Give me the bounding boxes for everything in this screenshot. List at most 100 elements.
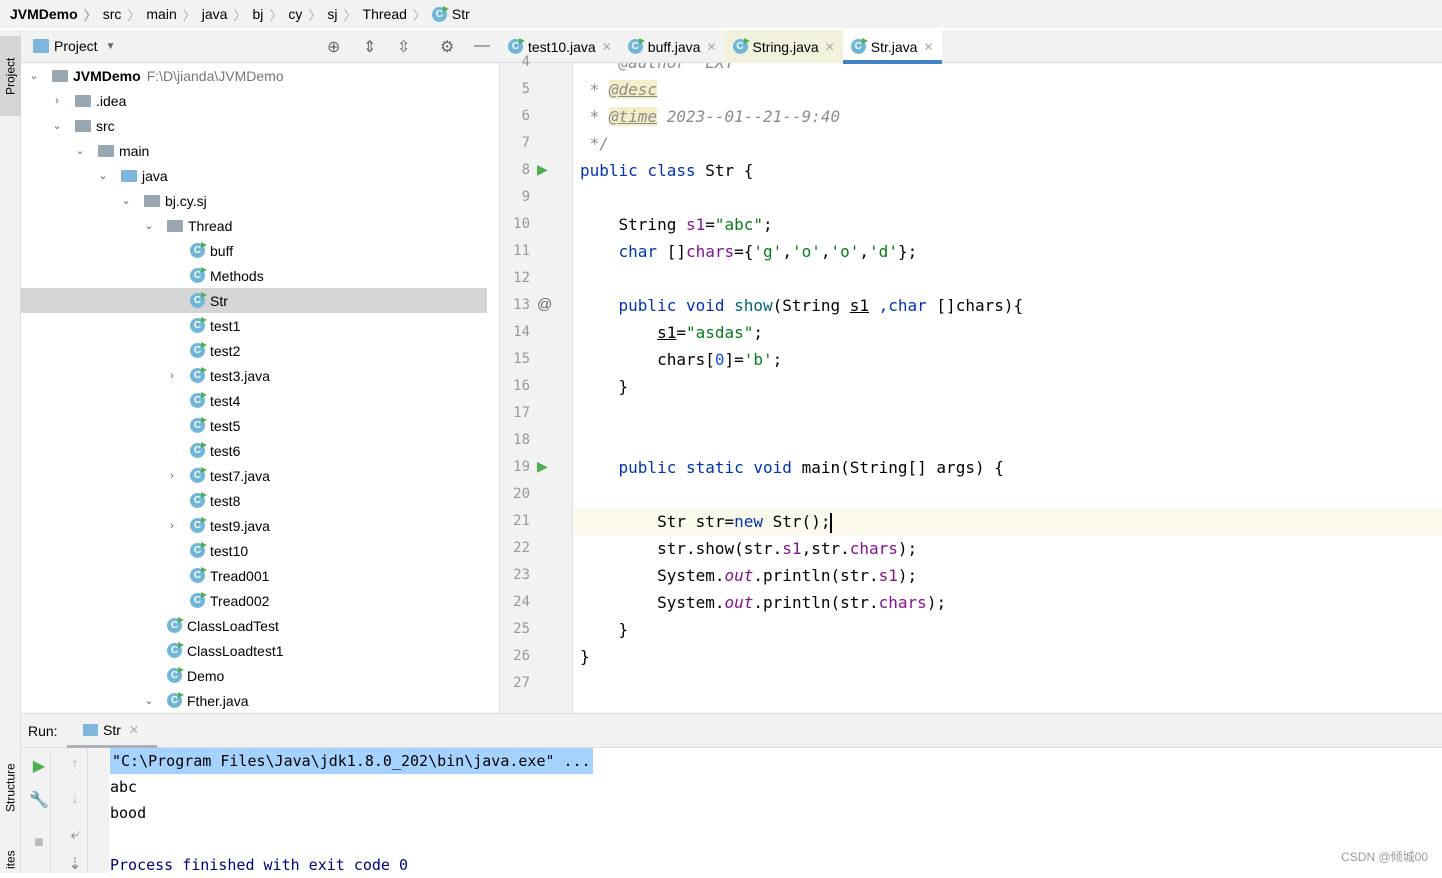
breadcrumb: JVMDemo 〉 src 〉 main 〉 java 〉 bj 〉 cy 〉 sj 〉 Thread 〉 C S… xyxy=(0,0,1442,28)
code-token: ,str. xyxy=(801,539,850,558)
breadcrumb-item[interactable]: main 〉 xyxy=(146,5,201,24)
chevron-down-icon[interactable]: ⌄ xyxy=(120,194,132,207)
tree-item[interactable]: › Ctest9.java xyxy=(21,513,487,538)
tree-item[interactable]: C ClassLoadtest1 xyxy=(21,638,487,663)
tree-item[interactable]: ⌄ C Fther.java xyxy=(21,688,487,713)
close-icon[interactable]: ✕ xyxy=(602,40,612,54)
tree-item[interactable]: › Ctest3.java xyxy=(21,363,487,388)
breadcrumb-item[interactable]: sj 〉 xyxy=(327,5,362,24)
chevron-down-icon[interactable]: ⌄ xyxy=(28,69,40,82)
tree-item[interactable]: › Ctest7.java xyxy=(21,463,487,488)
tree-item[interactable]: Ctest2 xyxy=(21,338,487,363)
chevron-right-icon[interactable]: › xyxy=(166,520,178,532)
code-token: "abc" xyxy=(714,215,764,234)
tree-item[interactable]: C ClassLoadTest xyxy=(21,613,487,638)
folder-icon xyxy=(121,169,137,182)
chevron-right-icon[interactable]: › xyxy=(51,95,63,107)
code-token: [] xyxy=(666,242,686,261)
close-icon[interactable]: ✕ xyxy=(923,40,933,54)
up-arrow-icon[interactable]: ↑ xyxy=(65,756,85,774)
tree-item[interactable]: ⌄ java xyxy=(21,163,487,188)
code-line: */ xyxy=(573,130,1442,157)
stop-icon[interactable]: ■ xyxy=(29,834,49,852)
chevron-down-icon[interactable]: ▼ xyxy=(106,41,116,52)
hide-icon[interactable]: — xyxy=(474,37,490,55)
override-icon[interactable]: @ xyxy=(537,296,552,313)
console-output[interactable]: "C:\Program Files\Java\jdk1.8.0_202\bin\… xyxy=(109,748,1442,874)
line-number: 8 xyxy=(521,162,530,178)
tree-item[interactable]: Cbuff xyxy=(21,238,487,263)
close-icon[interactable]: ✕ xyxy=(129,723,139,737)
class-icon: C xyxy=(190,292,207,308)
run-gutter-icon[interactable]: ▶ xyxy=(537,161,548,178)
breadcrumb-item[interactable]: C Str xyxy=(431,5,470,22)
breadcrumb-item[interactable]: src 〉 xyxy=(103,5,147,24)
project-tool-tab[interactable]: Project xyxy=(0,36,21,116)
gear-icon[interactable]: ⚙ xyxy=(440,37,454,57)
wrench-icon[interactable]: 🔧 xyxy=(29,790,49,810)
chevron-down-icon[interactable]: ⌄ xyxy=(143,694,155,707)
code-token: ={ xyxy=(734,242,754,261)
tree-item[interactable]: ⌄ Thread xyxy=(21,213,487,238)
expand-all-icon[interactable]: ⇕ xyxy=(363,37,376,57)
class-icon: C xyxy=(190,442,207,458)
project-tab-label: Project xyxy=(3,57,18,95)
tree-item[interactable]: Ctest6 xyxy=(21,438,487,463)
soft-wrap-icon[interactable]: ⤶ xyxy=(65,826,85,844)
editor-tab[interactable]: Cbuff.java ✕ xyxy=(620,30,725,63)
tree-item[interactable]: ⌄ src xyxy=(21,113,487,138)
structure-tool-tab[interactable]: Structure xyxy=(0,745,21,830)
favorites-tool-tab[interactable]: ites xyxy=(0,845,21,875)
breadcrumb-item[interactable]: Thread 〉 xyxy=(363,5,432,24)
chevron-down-icon[interactable]: ⌄ xyxy=(74,144,86,157)
chevron-down-icon[interactable]: ⌄ xyxy=(143,219,155,232)
editor-tab[interactable]: C Str.java ✕ xyxy=(842,30,942,64)
folder-icon xyxy=(75,94,91,107)
code-line: * @time 2023--01--21--9:40 xyxy=(573,103,1442,130)
tree-item[interactable]: C Str xyxy=(21,288,487,313)
rerun-icon[interactable]: ▶ xyxy=(29,756,49,776)
chevron-down-icon[interactable]: ⌄ xyxy=(51,119,63,132)
tree-label: test7.java xyxy=(210,467,270,484)
code-token: 'o' xyxy=(791,242,821,261)
chevron-right-icon: 〉 xyxy=(412,7,426,23)
breadcrumb-label: Thread xyxy=(362,6,407,22)
locate-icon[interactable]: ⊕ xyxy=(327,37,340,57)
breadcrumb-item[interactable]: JVMDemo 〉 xyxy=(10,5,103,24)
chevron-right-icon[interactable]: › xyxy=(166,470,178,482)
root-name: JVMDemo xyxy=(73,67,141,84)
tree-item[interactable]: C Tread001 xyxy=(21,563,487,588)
scroll-to-end-icon[interactable]: ⇣ xyxy=(65,854,85,874)
tree-item[interactable]: C Demo xyxy=(21,663,487,688)
chevron-right-icon[interactable]: › xyxy=(166,370,178,382)
tree-item[interactable]: › .idea xyxy=(21,88,487,113)
tree-item[interactable]: ⌄ bj.cy.sj xyxy=(21,188,487,213)
collapse-all-icon[interactable]: ⇳ xyxy=(397,37,410,57)
project-view-selector[interactable]: Project xyxy=(54,38,98,54)
breadcrumb-item[interactable]: java 〉 xyxy=(202,5,253,24)
tree-item[interactable]: Ctest5 xyxy=(21,413,487,438)
close-icon[interactable]: ✕ xyxy=(706,40,716,54)
code-token: .println(str. xyxy=(753,593,879,612)
tree-label: .idea xyxy=(96,92,127,109)
code-editor[interactable]: @author LXY * @desc * @time 2023--01--21… xyxy=(573,63,1442,713)
close-icon[interactable]: ✕ xyxy=(825,40,835,54)
tree-item[interactable]: C Methods xyxy=(21,263,487,288)
code-token: String xyxy=(580,215,686,234)
tree-item[interactable]: Ctest1 xyxy=(21,313,487,338)
tree-item[interactable]: Ctest8 xyxy=(21,488,487,513)
tree-label: test9.java xyxy=(210,517,270,534)
breadcrumb-item[interactable]: cy 〉 xyxy=(288,5,327,24)
tree-root[interactable]: ⌄ JVMDemo F:\D\jianda\JVMDemo xyxy=(21,63,487,88)
breadcrumb-item[interactable]: bj 〉 xyxy=(252,5,288,24)
tree-item[interactable]: Ctest10 xyxy=(21,538,487,563)
run-gutter-icon[interactable]: ▶ xyxy=(537,458,548,475)
down-arrow-icon[interactable]: ↓ xyxy=(65,790,85,808)
run-tab-str[interactable]: Str ✕ xyxy=(67,714,157,748)
tree-item[interactable]: Ctest4 xyxy=(21,388,487,413)
tree-item[interactable]: C Tread002 xyxy=(21,588,487,613)
tree-item[interactable]: ⌄ main xyxy=(21,138,487,163)
chevron-down-icon[interactable]: ⌄ xyxy=(97,169,109,182)
editor-tab[interactable]: C String.java ✕ xyxy=(724,30,843,63)
